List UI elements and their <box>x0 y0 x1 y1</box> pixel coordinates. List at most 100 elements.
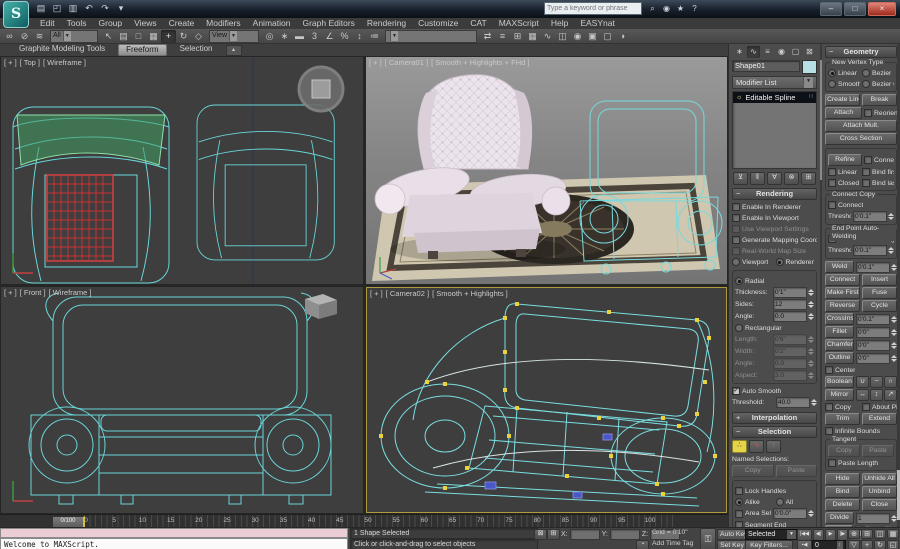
spinner[interactable]: 0'0.1" <box>853 245 894 256</box>
menu-tools[interactable]: Tools <box>61 18 93 29</box>
field-of-view-icon[interactable]: ▽ <box>848 540 860 549</box>
new-scene-icon[interactable]: ▤ <box>34 2 48 15</box>
rollout-rendering[interactable]: − Rendering <box>732 188 817 200</box>
spinner-arrows-icon[interactable] <box>811 399 817 406</box>
viewport-menu-plus[interactable]: [ + ] <box>4 58 17 67</box>
segment-subobject[interactable]: ∿ <box>749 440 764 453</box>
generate-mapping-coords-checkbox[interactable]: Generate Mapping Coords. <box>732 236 817 244</box>
spinner-arrows-icon[interactable] <box>808 372 814 379</box>
rectangular-selection-region[interactable]: □ <box>131 30 146 43</box>
boolean-union-icon[interactable]: ∪ <box>856 376 869 388</box>
bind-button[interactable]: Bind <box>825 486 860 498</box>
menu-cat[interactable]: CAT <box>464 18 492 29</box>
linear-radio[interactable]: Linear <box>828 69 860 77</box>
curve-editor[interactable]: ∿ <box>540 30 555 43</box>
menu-create[interactable]: Create <box>163 18 201 29</box>
select-and-link[interactable]: ∞ <box>2 30 17 43</box>
spline-subobject[interactable]: ≀ <box>766 440 781 453</box>
mirror-both-icon[interactable]: ↗ <box>884 389 897 401</box>
rectangular-radio[interactable]: Rectangular <box>735 324 814 332</box>
spinner[interactable]: 0'0" <box>856 326 897 338</box>
object-name-field[interactable]: Shape01 <box>732 60 800 72</box>
menu-customize[interactable]: Customize <box>412 18 464 29</box>
break-button[interactable]: Break <box>862 94 897 106</box>
close-button[interactable]: × <box>868 2 896 16</box>
render-production[interactable]: ◑ <box>615 30 630 43</box>
angle-snap-toggle[interactable]: ∠ <box>322 30 337 43</box>
menu-modifiers[interactable]: Modifiers <box>200 18 246 29</box>
selection-filter-dropdown[interactable]: All ▼ <box>50 29 98 43</box>
spinner-arrows-icon[interactable] <box>808 510 814 517</box>
bind-last-checkbox[interactable]: Bind last <box>862 179 894 187</box>
zoom-icon[interactable]: ⊕ <box>848 529 860 539</box>
viewport-name[interactable]: [ Camera02 ] <box>386 289 429 298</box>
motion-tab[interactable]: ◉ <box>775 46 788 58</box>
real-world-map-size-checkbox[interactable]: Real-World Map Size <box>732 247 817 255</box>
reference-coordinate-system-dropdown[interactable]: View ▼ <box>209 29 259 43</box>
set-key-button[interactable]: Set Key <box>717 540 747 549</box>
viewport-shading[interactable]: [ Smooth + Highlights + FHd ] <box>431 58 529 67</box>
viewport-camera02-active[interactable]: [ + ] [ Camera02 ] [ Smooth + Highlights… <box>366 287 727 513</box>
copy-button[interactable]: Copy <box>732 465 774 477</box>
menu-edit[interactable]: Edit <box>34 18 61 29</box>
spinner-arrows-icon[interactable] <box>888 247 894 254</box>
all-radio[interactable]: All <box>775 498 815 506</box>
zoom-extents-all-icon[interactable]: ▦ <box>887 529 899 539</box>
boolean-button[interactable]: Boolean <box>825 376 854 388</box>
use-pivot-point-center[interactable]: ◎ <box>262 30 277 43</box>
material-editor[interactable]: ◉ <box>570 30 585 43</box>
center-checkbox[interactable]: Center <box>825 366 897 374</box>
manage-layers[interactable]: ⊞ <box>510 30 525 43</box>
cycle-button[interactable]: Cycle <box>862 300 897 312</box>
make-unique-icon[interactable]: ∀ <box>767 172 782 185</box>
edit-named-selection-sets[interactable]: ≔ <box>367 30 382 43</box>
spinner[interactable]: 40.0 <box>776 397 817 408</box>
bind-to-space-warp[interactable]: ≋ <box>32 30 47 43</box>
viewport-shading[interactable]: [ Smooth + Highlights ] <box>432 289 508 298</box>
renderer-radio[interactable]: Renderer <box>775 258 818 266</box>
paste-button[interactable]: Paste <box>862 445 894 457</box>
viewport-menu-plus[interactable]: [ + ] <box>370 289 383 298</box>
viewport-radio[interactable]: Viewport <box>732 258 774 266</box>
menu-rendering[interactable]: Rendering <box>361 18 412 29</box>
zoom-extents-icon[interactable]: ◫ <box>874 529 886 539</box>
alike-radio[interactable]: Alike <box>735 498 774 506</box>
spinner[interactable]: 0'0.1" <box>856 261 897 273</box>
unlink-selection[interactable]: ⊘ <box>17 30 32 43</box>
close-button[interactable]: Close <box>862 499 897 511</box>
reorient-checkbox[interactable]: Reorient <box>864 109 897 117</box>
qat-dropdown-icon[interactable]: ▾ <box>114 2 128 15</box>
graphite-ribbon-toggle[interactable]: ▦ <box>525 30 540 43</box>
bind-first-checkbox[interactable]: Bind first <box>862 168 894 176</box>
favorites-icon[interactable]: ★ <box>675 3 686 14</box>
current-frame-field[interactable]: 0 ↕ <box>812 540 846 549</box>
viewcube[interactable] <box>297 65 345 113</box>
fillet-button[interactable]: Fillet <box>825 326 854 338</box>
auto-smooth-checkbox[interactable]: ✓ Auto Smooth <box>732 387 817 395</box>
viewport-name[interactable]: [ Camera01 ] <box>385 58 428 67</box>
y-coordinate-field[interactable] <box>609 529 640 540</box>
create-tab[interactable]: ∗ <box>733 46 746 58</box>
key-filters-button[interactable]: Key Filters... <box>745 540 793 549</box>
weld-button[interactable]: Weld <box>825 261 854 273</box>
unhide-all-button[interactable]: Unhide All <box>862 473 897 485</box>
radial-radio[interactable]: Radial <box>735 277 814 285</box>
remove-modifier-icon[interactable]: ⊗ <box>784 172 799 185</box>
lock-handles-checkbox[interactable]: Lock Handles <box>735 487 814 495</box>
render-setup[interactable]: ▣ <box>585 30 600 43</box>
viewport-shading[interactable]: [ Wireframe ] <box>43 58 86 67</box>
time-tag-icon[interactable]: ◔ <box>636 540 649 549</box>
spinner[interactable]: 1 <box>856 512 897 524</box>
ribbon-minimize-icon[interactable]: ▴ <box>225 44 242 56</box>
spinner-arrows-icon[interactable] <box>808 289 814 296</box>
percent-snap-toggle[interactable]: % <box>337 30 352 43</box>
menu-maxscript[interactable]: MAXScript <box>493 18 545 29</box>
extend-button[interactable]: Extend <box>862 413 897 425</box>
boolean-subtraction-icon[interactable]: − <box>870 376 883 388</box>
modifier-stack[interactable]: ☼ Editable Spline ∷ <box>732 91 817 169</box>
spinner[interactable]: 0'0.0" <box>773 508 814 519</box>
display-tab[interactable]: ▢ <box>789 46 802 58</box>
viewport-name[interactable]: [ Front ] <box>20 288 46 297</box>
spinner-arrows-icon[interactable] <box>808 313 814 320</box>
show-end-result-icon[interactable]: ‖ <box>750 172 765 185</box>
